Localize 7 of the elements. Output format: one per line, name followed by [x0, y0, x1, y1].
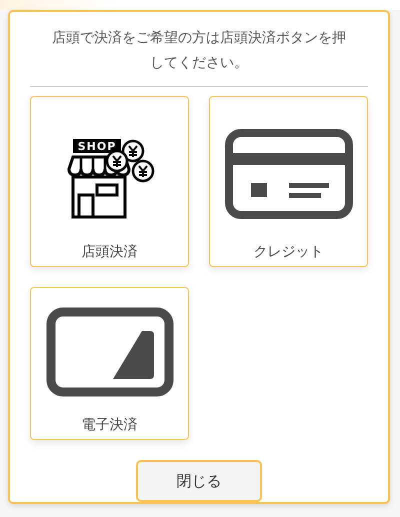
close-button[interactable]: 閉じる — [136, 460, 262, 502]
instruction-text: 店頭で決済をご希望の方は店頭決済ボタンを押してください。 — [30, 26, 368, 87]
card-icon — [46, 306, 174, 396]
payment-option[interactable]: 電子決済 — [30, 287, 189, 440]
payment-option[interactable]: SHOP 店頭決済 — [30, 96, 189, 267]
credit-card-icon — [224, 128, 352, 218]
payment-option[interactable]: クレジット — [209, 96, 368, 267]
